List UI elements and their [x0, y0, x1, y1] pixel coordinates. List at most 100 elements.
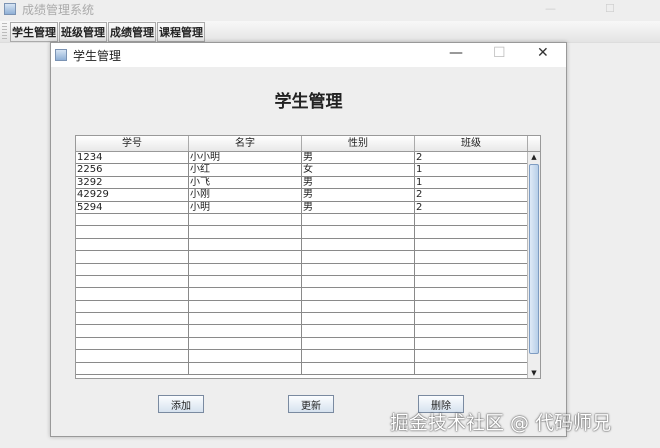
table-cell[interactable]: 5294 [76, 201, 189, 213]
table-cell[interactable] [415, 350, 528, 362]
table-row[interactable]: 5294 小明男 2 [76, 201, 540, 214]
table-cell[interactable]: 2 [415, 189, 528, 201]
maximize-icon[interactable]: ☐ [605, 2, 615, 15]
table-row[interactable] [76, 263, 540, 276]
student-table[interactable]: 学号 名字 性别 班级 1234 小小明男 2 2256 小红女 1 3292 小飞男 1 429… [75, 135, 541, 379]
table-row[interactable]: 2256 小红女 1 [76, 164, 540, 177]
table-cell[interactable] [415, 275, 528, 288]
table-cell[interactable]: 3292 [76, 176, 189, 189]
table-row[interactable] [76, 275, 540, 289]
column-header-name[interactable]: 名字 [189, 136, 302, 151]
table-cell[interactable] [189, 263, 302, 275]
add-button[interactable]: 添加 [158, 395, 204, 413]
table-cell[interactable] [76, 362, 189, 375]
table-cell[interactable] [302, 337, 415, 350]
dialog-title-bar[interactable]: 学生管理 — ☐ ✕ [51, 43, 566, 67]
table-row[interactable] [76, 213, 540, 227]
column-header-class[interactable]: 班级 [415, 136, 528, 151]
table-cell[interactable] [302, 300, 415, 313]
table-row[interactable] [76, 337, 540, 351]
table-cell[interactable] [415, 288, 528, 300]
table-cell[interactable] [76, 313, 189, 325]
table-cell[interactable]: 1234 [76, 152, 189, 164]
table-cell[interactable] [415, 362, 528, 375]
table-row[interactable]: 3292 小飞男 1 [76, 176, 540, 190]
table-cell[interactable]: 2256 [76, 164, 189, 176]
table-cell[interactable] [415, 313, 528, 325]
table-cell[interactable]: 男 [302, 176, 415, 189]
tab-class[interactable]: 班级管理 [59, 22, 107, 42]
table-cell[interactable]: 1 [415, 164, 528, 176]
update-button[interactable]: 更新 [288, 395, 334, 413]
table-cell[interactable] [189, 325, 302, 337]
column-header-gender[interactable]: 性别 [302, 136, 415, 151]
table-cell[interactable] [302, 238, 415, 251]
table-cell[interactable] [415, 213, 528, 226]
table-cell[interactable]: 小飞 [189, 176, 302, 189]
maximize-icon[interactable]: ☐ [493, 45, 506, 61]
table-cell[interactable] [302, 226, 415, 238]
table-cell[interactable] [415, 263, 528, 275]
close-icon[interactable]: ✕ [537, 45, 549, 61]
table-cell[interactable]: 小明 [189, 201, 302, 213]
table-cell[interactable]: 2 [415, 201, 528, 213]
table-cell[interactable] [189, 226, 302, 238]
table-cell[interactable] [302, 263, 415, 275]
table-cell[interactable] [76, 263, 189, 275]
table-cell[interactable]: 1 [415, 176, 528, 189]
table-cell[interactable] [189, 337, 302, 350]
table-cell[interactable]: 女 [302, 164, 415, 176]
column-header-id[interactable]: 学号 [76, 136, 189, 151]
table-row[interactable]: 42929 小刚男 2 [76, 189, 540, 202]
table-cell[interactable] [415, 300, 528, 313]
table-cell[interactable] [76, 300, 189, 313]
table-cell[interactable]: 男 [302, 189, 415, 201]
table-cell[interactable] [189, 313, 302, 325]
table-cell[interactable] [415, 226, 528, 238]
table-cell[interactable]: 男 [302, 152, 415, 164]
table-cell[interactable] [189, 213, 302, 226]
minimize-icon[interactable]: — [449, 45, 463, 61]
table-cell[interactable] [189, 288, 302, 300]
table-row[interactable] [76, 288, 540, 301]
table-cell[interactable] [302, 251, 415, 263]
table-cell[interactable] [189, 350, 302, 362]
table-cell[interactable]: 42929 [76, 189, 189, 201]
minimize-icon[interactable]: — [545, 2, 556, 15]
table-row[interactable] [76, 300, 540, 314]
table-cell[interactable] [415, 238, 528, 251]
table-cell[interactable] [76, 238, 189, 251]
toolbar-grip[interactable] [2, 23, 7, 41]
table-cell[interactable] [189, 238, 302, 251]
table-cell[interactable] [76, 337, 189, 350]
table-cell[interactable]: 小刚 [189, 189, 302, 201]
table-cell[interactable] [302, 350, 415, 362]
table-cell[interactable] [302, 313, 415, 325]
table-row[interactable] [76, 325, 540, 338]
table-cell[interactable] [76, 325, 189, 337]
table-cell[interactable] [76, 288, 189, 300]
table-cell[interactable] [76, 213, 189, 226]
tab-student[interactable]: 学生管理 [10, 22, 58, 42]
table-cell[interactable] [76, 275, 189, 288]
table-cell[interactable] [302, 362, 415, 375]
table-row[interactable] [76, 251, 540, 264]
table-cell[interactable]: 小小明 [189, 152, 302, 164]
table-cell[interactable] [415, 251, 528, 263]
table-cell[interactable] [302, 288, 415, 300]
table-cell[interactable]: 小红 [189, 164, 302, 176]
table-cell[interactable] [189, 275, 302, 288]
table-cell[interactable] [415, 337, 528, 350]
scroll-up-icon[interactable]: ▲ [528, 152, 540, 162]
table-cell[interactable] [189, 362, 302, 375]
table-cell[interactable] [76, 350, 189, 362]
tab-score[interactable]: 成绩管理 [108, 22, 156, 42]
table-row[interactable] [76, 226, 540, 239]
table-cell[interactable] [189, 300, 302, 313]
table-cell[interactable]: 2 [415, 152, 528, 164]
table-cell[interactable] [302, 275, 415, 288]
table-cell[interactable] [189, 251, 302, 263]
table-cell[interactable]: 男 [302, 201, 415, 213]
table-cell[interactable] [302, 325, 415, 337]
table-row[interactable] [76, 313, 540, 326]
